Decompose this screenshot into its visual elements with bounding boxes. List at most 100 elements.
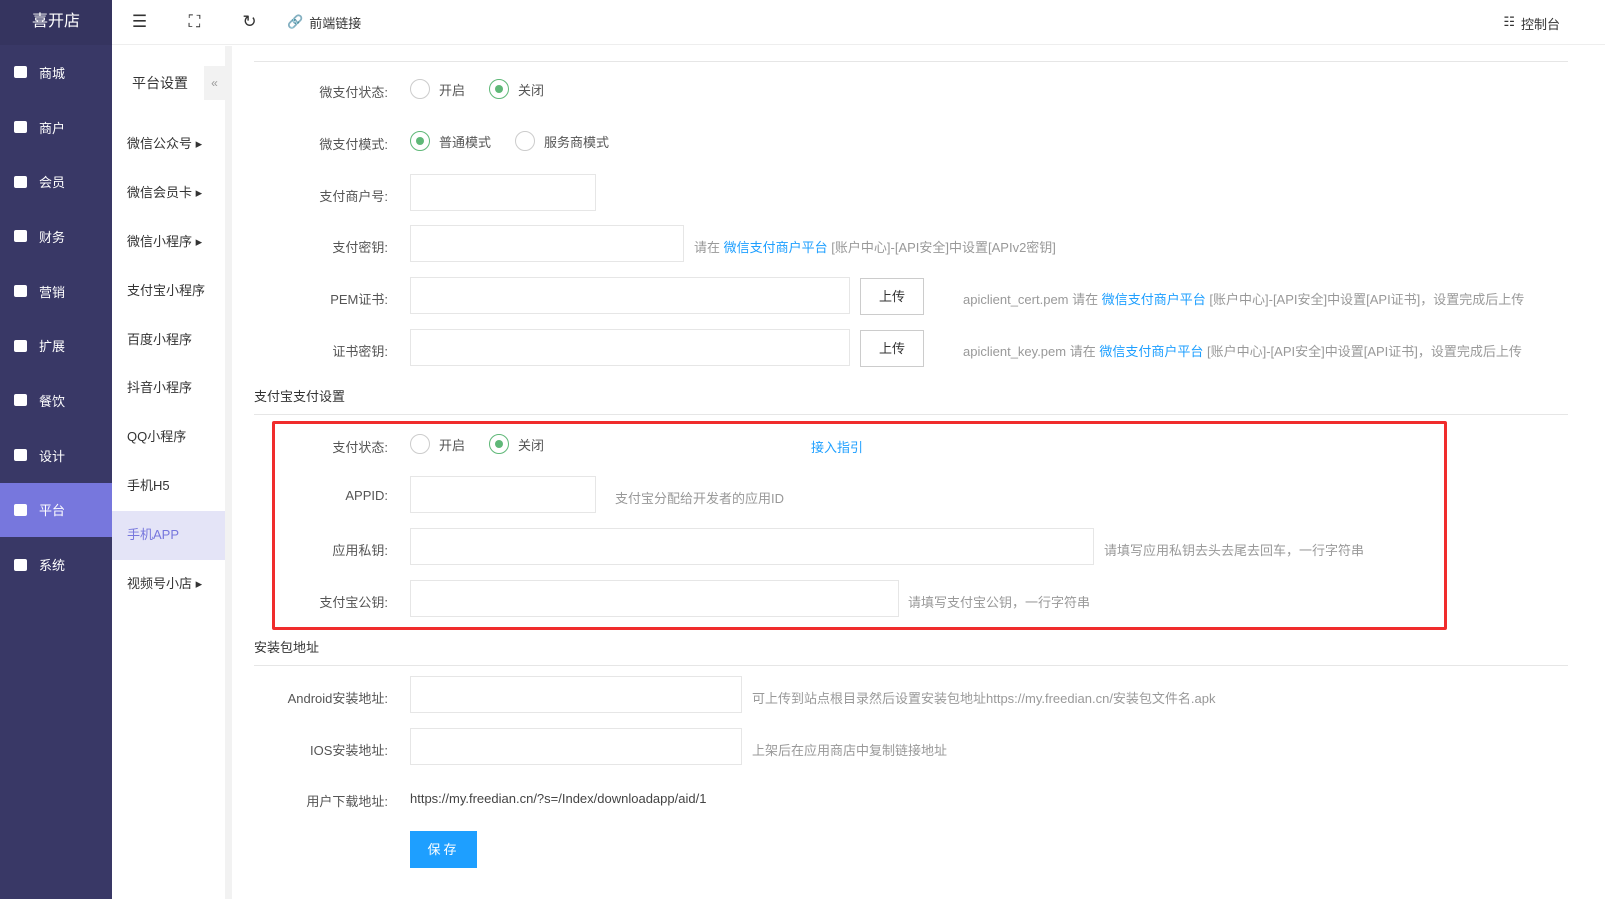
save-button[interactable]: 保存: [410, 831, 477, 868]
wxpay-off-radio[interactable]: 关闭: [489, 79, 544, 99]
wallet-icon: [14, 230, 27, 243]
android-label: Android安装地址:: [287, 691, 388, 706]
certkey-upload-button[interactable]: 上传: [860, 330, 924, 367]
app-logo: 喜开店: [0, 0, 112, 45]
wxpay-on-radio[interactable]: 开启: [410, 79, 465, 99]
sub-menu: 平台设置 « 微信公众号 ▸ 微信会员卡 ▸ 微信小程序 ▸ 支付宝小程序 百度…: [112, 46, 225, 899]
certkey-hint: apiclient_key.pem 请在 微信支付商户平台 [账户中心]-[AP…: [963, 344, 1522, 359]
console-button[interactable]: ☷ 控制台: [1503, 14, 1560, 33]
privkey-input[interactable]: [410, 528, 1094, 565]
mchid-input[interactable]: [410, 174, 596, 211]
android-hint: 可上传到站点根目录然后设置安装包地址https://my.freedian.cn…: [752, 691, 1216, 706]
sidebar-item-label: 扩展: [39, 339, 66, 355]
submenu-item[interactable]: 微信公众号 ▸: [112, 120, 225, 169]
sidebar-item-label: 系统: [39, 558, 66, 574]
sidebar-item-mall[interactable]: 商城: [0, 45, 112, 100]
wxpay-status-label: 微支付状态:: [319, 85, 388, 100]
link-icon: 🔗: [287, 14, 304, 29]
radio-label: 服务商模式: [544, 134, 610, 150]
mode-normal-radio[interactable]: 普通模式: [410, 131, 491, 151]
alipay-section-title: 支付宝支付设置: [254, 389, 346, 404]
radio-label: 关闭: [518, 82, 545, 98]
divider: [254, 665, 1568, 666]
monitor-icon: [14, 558, 27, 571]
download-label: 用户下载地址:: [306, 794, 388, 809]
package-section-title: 安装包地址: [254, 640, 320, 655]
grid-icon: [14, 503, 27, 516]
main-sidebar: 喜开店 商城 商户 会员 财务 营销 扩展 餐饮 设计 平台 系统: [0, 0, 112, 899]
sidebar-item-label: 平台: [39, 503, 66, 519]
sidebar-item-design[interactable]: 设计: [0, 428, 112, 483]
front-link-label: 前端链接: [309, 15, 362, 31]
sidebar-item-system[interactable]: 系统: [0, 537, 112, 592]
store-icon: [14, 121, 27, 134]
cube-icon: [14, 339, 27, 352]
submenu-item[interactable]: 支付宝小程序: [112, 267, 225, 316]
alipay-off-radio[interactable]: 关闭: [489, 434, 544, 454]
pubkey-label: 支付宝公钥:: [319, 595, 388, 610]
radio-checked-icon: [489, 79, 510, 99]
refresh-icon[interactable]: ↻: [222, 12, 277, 32]
radio-icon: [410, 79, 430, 99]
certkey-label: 证书密钥:: [332, 344, 388, 359]
sidebar-item-label: 商户: [39, 120, 66, 136]
appid-label: APPID:: [345, 488, 388, 503]
submenu-item[interactable]: 微信小程序 ▸: [112, 218, 225, 267]
collapse-icon[interactable]: «: [204, 66, 225, 100]
download-url: https://my.freedian.cn/?s=/Index/downloa…: [410, 791, 707, 806]
radio-icon: [515, 131, 536, 151]
submenu-item[interactable]: 微信会员卡 ▸: [112, 169, 225, 218]
fullscreen-icon[interactable]: ⛶: [167, 12, 222, 32]
radio-label: 开启: [439, 82, 466, 98]
bag-icon: [14, 66, 27, 79]
ios-input[interactable]: [410, 728, 742, 765]
sidebar-item-member[interactable]: 会员: [0, 154, 112, 209]
ios-hint: 上架后在应用商店中复制链接地址: [752, 743, 948, 758]
submenu-item[interactable]: QQ小程序: [112, 413, 225, 462]
paykey-input[interactable]: [410, 225, 684, 262]
wxpay-platform-link[interactable]: 微信支付商户平台: [724, 240, 828, 255]
alipay-on-radio[interactable]: 开启: [410, 434, 465, 454]
paykey-label: 支付密钥:: [332, 240, 388, 255]
pem-upload-button[interactable]: 上传: [860, 278, 924, 315]
privkey-label: 应用私钥:: [332, 543, 388, 558]
wxpay-platform-link[interactable]: 微信支付商户平台: [1099, 344, 1203, 359]
pem-input[interactable]: [410, 277, 850, 314]
wxpay-platform-link[interactable]: 微信支付商户平台: [1102, 292, 1206, 307]
sidebar-item-catering[interactable]: 餐饮: [0, 373, 112, 428]
mchid-label: 支付商户号:: [319, 189, 388, 204]
submenu-item[interactable]: 抖音小程序: [112, 364, 225, 413]
appid-input[interactable]: [410, 476, 596, 513]
submenu-item[interactable]: 手机H5: [112, 462, 225, 511]
divider: [254, 414, 1568, 415]
submenu-item[interactable]: 视频号小店 ▸: [112, 560, 225, 609]
mode-service-radio[interactable]: 服务商模式: [515, 131, 609, 151]
submenu-item[interactable]: 百度小程序: [112, 316, 225, 365]
pem-hint: apiclient_cert.pem 请在 微信支付商户平台 [账户中心]-[A…: [963, 292, 1525, 307]
sidebar-item-extension[interactable]: 扩展: [0, 318, 112, 373]
sidebar-item-label: 营销: [39, 284, 66, 300]
front-link-button[interactable]: 🔗 前端链接: [287, 13, 361, 32]
dish-icon: [14, 394, 27, 407]
alipay-status-label: 支付状态:: [332, 440, 388, 455]
sidebar-item-marketing[interactable]: 营销: [0, 264, 112, 319]
pubkey-input[interactable]: [410, 580, 899, 617]
radio-checked-icon: [410, 131, 430, 151]
radio-icon: [410, 434, 430, 454]
submenu-item-active[interactable]: 手机APP: [112, 511, 225, 561]
menu-toggle-icon[interactable]: ☰: [112, 12, 167, 32]
access-guide-link[interactable]: 接入指引: [811, 437, 863, 456]
radio-label: 开启: [439, 437, 466, 453]
certkey-input[interactable]: [410, 329, 850, 366]
appid-hint: 支付宝分配给开发者的应用ID: [615, 491, 785, 506]
sidebar-item-platform[interactable]: 平台: [0, 482, 112, 538]
android-input[interactable]: [410, 676, 742, 713]
radio-checked-icon: [489, 434, 510, 454]
radio-label: 关闭: [518, 437, 545, 453]
sidebar-item-label: 餐饮: [39, 393, 66, 409]
sidebar-item-merchant[interactable]: 商户: [0, 100, 112, 155]
sidebar-item-finance[interactable]: 财务: [0, 209, 112, 264]
paykey-hint: 请在 微信支付商户平台 [账户中心]-[API安全]中设置[APIv2密钥]: [694, 240, 1056, 255]
wxpay-mode-label: 微支付模式:: [319, 137, 388, 152]
megaphone-icon: [14, 285, 27, 298]
